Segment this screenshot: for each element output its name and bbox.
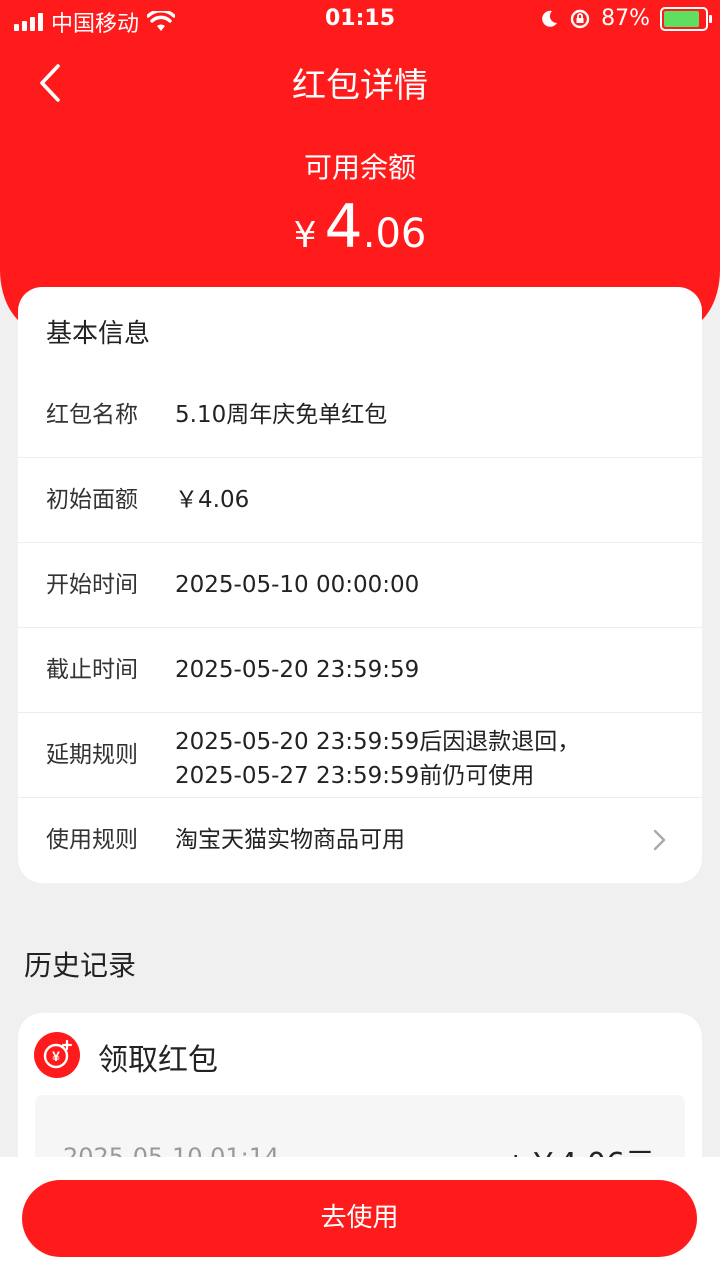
- info-row-extension-rule: 延期规则 2025-05-20 23:59:59后因退款退回， 2025-05-…: [18, 713, 702, 798]
- info-value: 5.10周年庆免单红包: [175, 402, 388, 428]
- info-label: 开始时间: [46, 572, 138, 598]
- status-bar: 中国移动 01:15 87%: [0, 0, 720, 40]
- basic-info-title: 基本信息: [46, 319, 151, 349]
- info-row-usage-rule[interactable]: 使用规则 淘宝天猫实物商品可用: [18, 798, 702, 883]
- moon-icon: [542, 10, 558, 27]
- balance-amount: ¥4.06: [0, 192, 720, 262]
- info-label: 延期规则: [46, 742, 138, 768]
- info-value: 2025-05-20 23:59:59: [175, 657, 420, 683]
- info-value: 2025-05-10 00:00:00: [175, 572, 420, 598]
- history-item-title: 领取红包: [98, 1043, 218, 1078]
- extension-rule-line-2: 2025-05-27 23:59:59前仍可使用: [175, 763, 535, 789]
- info-row-initial-amount: 初始面额 ￥4.06: [18, 458, 702, 543]
- info-label: 使用规则: [46, 827, 138, 853]
- info-row-name: 红包名称 5.10周年庆免单红包: [18, 373, 702, 458]
- currency-symbol: ¥: [293, 215, 317, 256]
- chevron-right-icon: [653, 829, 666, 851]
- svg-text:¥: ¥: [52, 1048, 60, 1064]
- status-right: 87%: [539, 6, 712, 31]
- info-value: ￥4.06: [175, 487, 250, 513]
- info-row-start-time: 开始时间 2025-05-10 00:00:00: [18, 543, 702, 628]
- red-packet-coin-icon: ¥: [34, 1032, 80, 1078]
- battery-percent: 87%: [601, 6, 650, 31]
- balance-decimal: .06: [362, 211, 427, 257]
- basic-info-card: 基本信息 红包名称 5.10周年庆免单红包 初始面额 ￥4.06 开始时间 20…: [18, 287, 702, 883]
- extension-rule-line-1: 2025-05-20 23:59:59后因退款退回，: [175, 729, 581, 755]
- orientation-lock-icon: [570, 9, 590, 28]
- use-button[interactable]: 去使用: [22, 1180, 697, 1257]
- info-label: 截止时间: [46, 657, 138, 683]
- info-value: 2025-05-20 23:59:59后因退款退回， 2025-05-27 23…: [175, 725, 580, 793]
- balance-integer: 4: [324, 192, 363, 262]
- info-row-end-time: 截止时间 2025-05-20 23:59:59: [18, 628, 702, 713]
- info-label: 初始面额: [46, 487, 138, 513]
- battery-icon: [660, 6, 712, 31]
- history-title: 历史记录: [24, 949, 137, 982]
- balance-label: 可用余额: [303, 151, 416, 184]
- bottom-action-bar: 去使用: [0, 1157, 720, 1280]
- page-title: 红包详情: [292, 66, 428, 106]
- info-label: 红包名称: [46, 402, 138, 428]
- info-value: 淘宝天猫实物商品可用: [175, 827, 405, 853]
